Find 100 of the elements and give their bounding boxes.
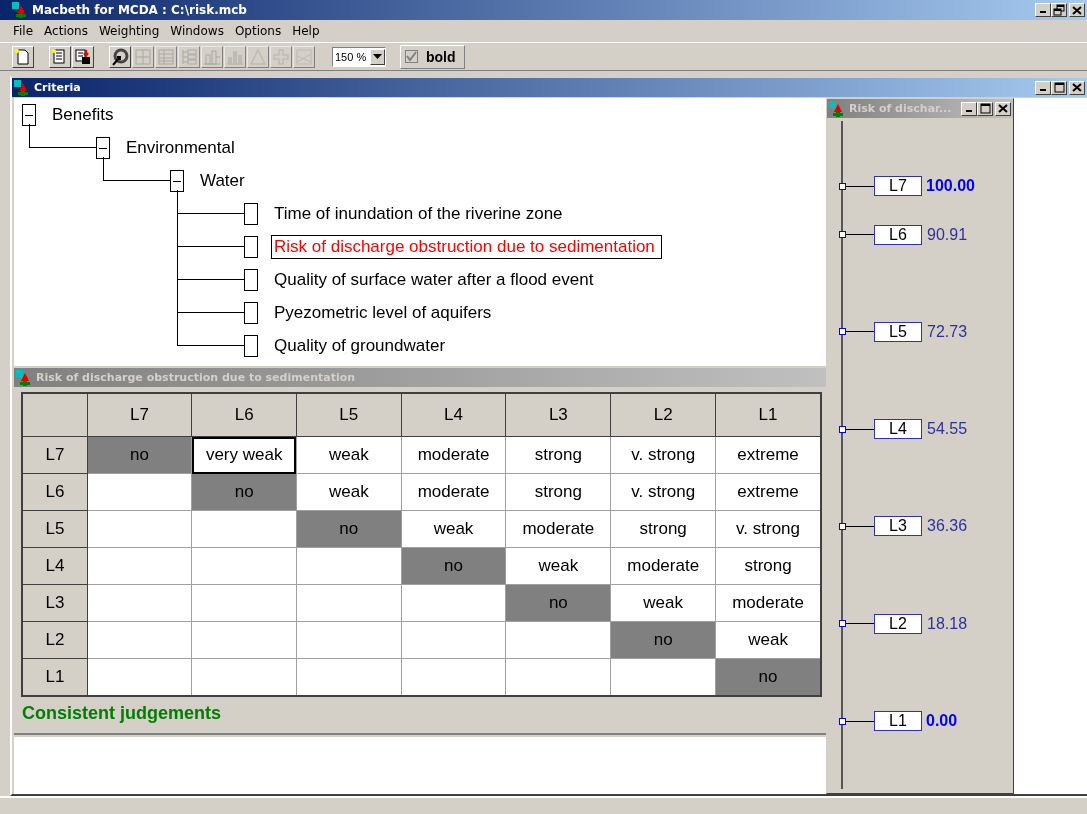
diagonal-cell[interactable]: no (505, 584, 611, 622)
matrix-cell[interactable] (296, 658, 402, 696)
matrix-cell[interactable]: strong (610, 510, 716, 548)
scale-point[interactable] (839, 522, 846, 530)
menu-item[interactable]: File (8, 24, 40, 38)
close-button[interactable] (1069, 3, 1085, 17)
matrix-cell[interactable] (87, 621, 192, 659)
menu-item[interactable]: Options (229, 24, 288, 38)
level-label[interactable]: L6 (874, 224, 922, 245)
level-label[interactable]: L4 (874, 419, 922, 440)
row-header: L7 (22, 436, 88, 474)
diagonal-cell[interactable]: no (401, 547, 506, 585)
matrix-cell[interactable]: extreme (715, 436, 821, 474)
matrix-cell[interactable] (87, 473, 192, 511)
matrix-cell[interactable]: weak (505, 547, 611, 585)
matrix-cell[interactable]: v. strong (715, 510, 821, 548)
diagonal-cell[interactable]: no (296, 510, 402, 548)
column-header: L3 (505, 393, 611, 437)
matrix-cell[interactable] (191, 621, 297, 659)
matrix-cell[interactable]: v. strong (610, 436, 716, 474)
restore-button[interactable] (1051, 3, 1067, 17)
matrix-cell[interactable] (191, 510, 297, 548)
menu-item[interactable]: Weighting (93, 24, 166, 38)
app-icon (16, 369, 32, 386)
matrix-cell[interactable]: moderate (715, 584, 821, 622)
matrix-cell[interactable] (505, 621, 611, 659)
scale-point[interactable] (839, 231, 846, 239)
matrix-cell[interactable]: weak (715, 621, 821, 659)
maximize-button[interactable] (1051, 80, 1067, 95)
matrix-cell[interactable]: moderate (610, 547, 716, 585)
tree-item[interactable]: Time of inundation of the riverine zone (271, 201, 570, 226)
matrix-cell[interactable] (191, 584, 297, 622)
expander-box[interactable] (96, 136, 110, 159)
expander-box[interactable] (170, 169, 184, 192)
pointer-button[interactable] (109, 45, 131, 68)
matrix-cell[interactable] (401, 621, 506, 659)
matrix-cell[interactable]: very weak (191, 436, 297, 474)
level-label[interactable]: L7 (874, 176, 922, 196)
diagonal-cell[interactable]: no (715, 658, 821, 696)
matrix-cell[interactable]: strong (505, 473, 611, 511)
matrix-cell[interactable]: moderate (401, 473, 506, 511)
matrix-cell[interactable]: extreme (715, 473, 821, 511)
menu-item[interactable]: Actions (39, 24, 94, 38)
diagonal-cell[interactable]: no (191, 473, 297, 511)
checkbox[interactable] (405, 50, 418, 63)
document-button[interactable] (49, 45, 71, 68)
matrix-cell[interactable] (296, 547, 402, 585)
matrix-cell[interactable] (610, 658, 716, 696)
matrix-cell[interactable] (191, 658, 297, 696)
matrix-cell[interactable] (87, 658, 192, 696)
diagonal-cell[interactable]: no (610, 621, 716, 659)
matrix-cell[interactable]: weak (610, 584, 716, 622)
matrix-cell[interactable]: moderate (401, 436, 506, 474)
matrix-cell[interactable] (401, 584, 506, 622)
scale-point[interactable] (839, 425, 846, 433)
scale-point[interactable] (839, 620, 846, 628)
matrix-cell[interactable]: moderate (505, 510, 611, 548)
minimize-button[interactable] (1035, 80, 1051, 95)
matrix-cell[interactable] (296, 621, 402, 659)
tree-item[interactable]: Quality of surface water after a flood event (271, 267, 601, 292)
expander-box (244, 202, 258, 225)
level-score: 100.00 (926, 177, 975, 195)
matrix-cell[interactable] (87, 547, 192, 585)
level-label[interactable]: L1 (874, 711, 922, 731)
matrix-cell[interactable]: strong (715, 547, 821, 585)
app-icon (12, 2, 28, 18)
minimize-button[interactable] (1035, 3, 1051, 17)
save-button[interactable] (72, 45, 94, 68)
scale-point[interactable] (839, 328, 846, 336)
level-score: 90.91 (927, 225, 968, 244)
diagonal-cell[interactable]: no (87, 436, 192, 474)
level-label[interactable]: L2 (874, 613, 922, 634)
scale-point[interactable] (839, 182, 846, 190)
level-label[interactable]: L5 (874, 321, 922, 342)
close-button[interactable] (1069, 80, 1085, 95)
matrix-cell[interactable]: weak (401, 510, 506, 548)
zoom-dropdown[interactable]: 150 % (332, 46, 386, 67)
matrix-cell[interactable] (296, 584, 402, 622)
matrix-cell[interactable] (505, 658, 611, 696)
menu-item[interactable]: Windows (165, 24, 230, 38)
maximize-icon (1052, 81, 1066, 94)
new-document-button[interactable] (12, 45, 34, 68)
matrix-cell[interactable]: weak (296, 473, 402, 511)
expander-box[interactable] (22, 103, 36, 126)
tree-item[interactable]: Risk of discharge obstruction due to sedimentation (271, 234, 662, 259)
matrix-cell[interactable] (191, 547, 297, 585)
tree-item[interactable]: Pyezometric level of aquifers (271, 300, 499, 325)
matrix-cell[interactable] (87, 584, 192, 622)
menu-item[interactable]: Help (287, 24, 326, 38)
matrix-cell[interactable]: v. strong (610, 473, 716, 511)
matrix-cell[interactable]: strong (505, 436, 611, 474)
tree-item[interactable]: Benefits (49, 102, 121, 127)
tree-item[interactable]: Environmental (123, 135, 242, 160)
tree-item[interactable]: Quality of groundwater (271, 333, 453, 358)
level-label[interactable]: L3 (874, 516, 922, 537)
tree-item[interactable]: Water (197, 168, 252, 193)
matrix-cell[interactable] (87, 510, 192, 548)
matrix-cell[interactable]: weak (296, 436, 402, 474)
scale-point[interactable] (839, 717, 846, 725)
matrix-cell[interactable] (401, 658, 506, 696)
